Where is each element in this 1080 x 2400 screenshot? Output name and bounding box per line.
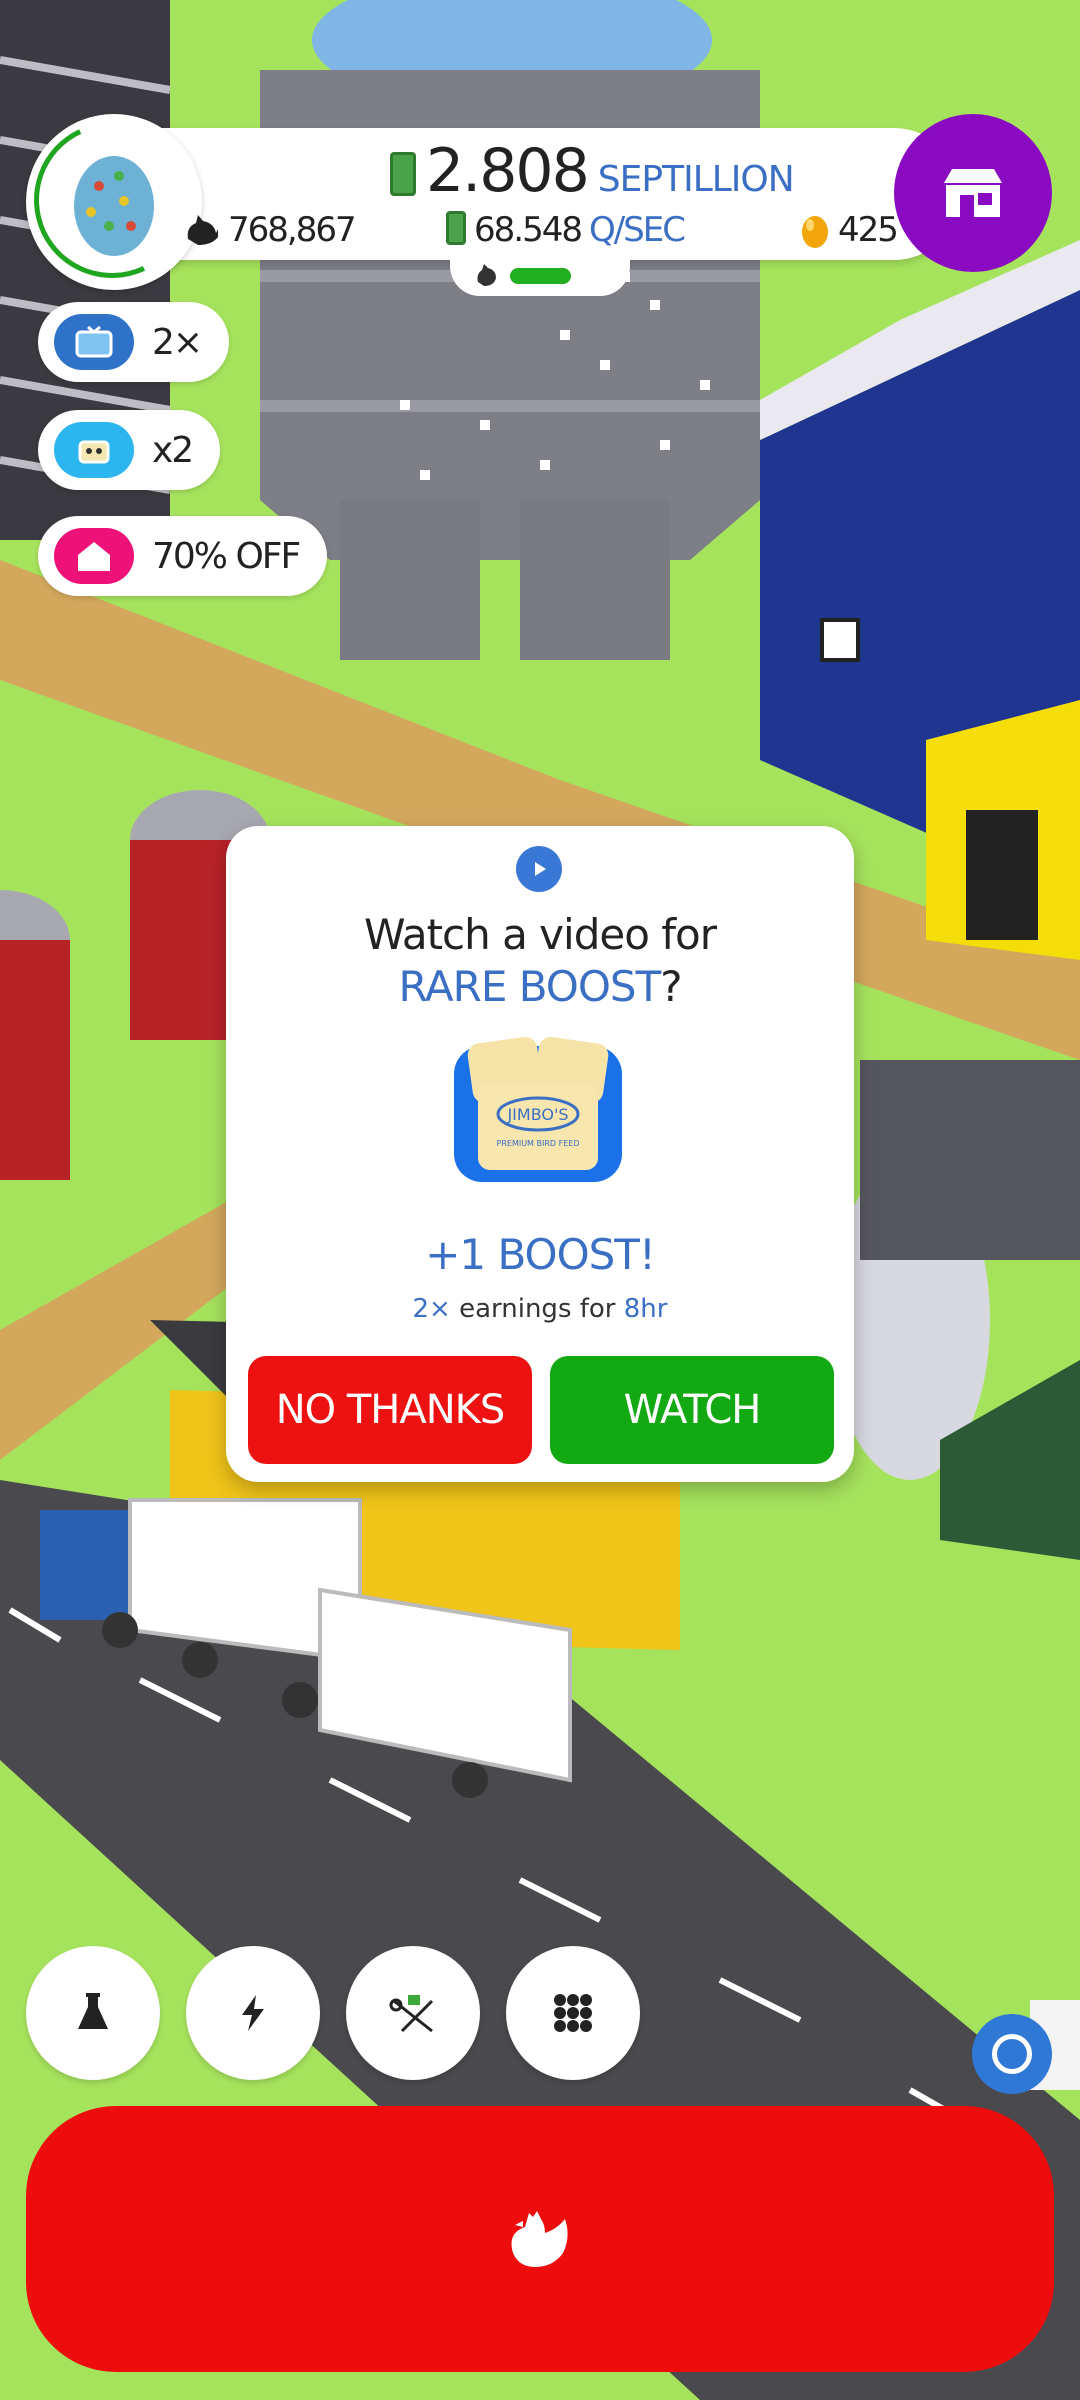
- research-button[interactable]: [26, 1946, 160, 2080]
- menu-button[interactable]: [506, 1946, 640, 2080]
- progress-bar-fill: [510, 268, 571, 284]
- cash-icon: [390, 152, 416, 196]
- circle-icon: [992, 2034, 1032, 2074]
- cat-boost-icon: [54, 422, 134, 478]
- chicken-count: 768,867: [184, 208, 357, 252]
- shop-button[interactable]: [894, 114, 1052, 272]
- rare-boost-dialog: Watch a video for RARE BOOST? JIMBO'S PR…: [226, 826, 854, 1482]
- feed-bag-icon: JIMBO'S PREMIUM BIRD FEED: [454, 1036, 622, 1182]
- chicken-small-icon: [477, 264, 496, 286]
- question-mark: ?: [660, 962, 682, 1011]
- drone-button[interactable]: [346, 1946, 480, 2080]
- booster-label: 70% OFF: [152, 535, 301, 577]
- golden-egg-count: 425: [800, 208, 899, 252]
- tv-icon: [54, 314, 134, 370]
- play-icon: [516, 846, 562, 892]
- money-unit: SEPTILLION: [597, 159, 795, 200]
- earn-multiplier: 2×: [412, 1294, 451, 1324]
- boost-button[interactable]: [186, 1946, 320, 2080]
- dialog-subtitle: RARE BOOST?: [226, 962, 854, 1011]
- house-icon: [54, 528, 134, 584]
- shop-icon: [944, 169, 1002, 217]
- flask-icon: [78, 1993, 108, 2029]
- watch-button[interactable]: WATCH: [550, 1356, 834, 1464]
- drone-icon: [389, 1995, 434, 2033]
- booster-tv-2x[interactable]: 2×: [38, 302, 230, 382]
- earn-mid: earnings for: [450, 1294, 624, 1324]
- golden-egg-value: 425: [838, 210, 899, 250]
- dialog-title: Watch a video for: [363, 910, 717, 959]
- money-display: 2.808 SEPTILLION: [390, 136, 795, 206]
- rare-boost-text: RARE BOOST: [398, 962, 661, 1011]
- cash-icon: [446, 211, 466, 245]
- booster-discount[interactable]: 70% OFF: [38, 516, 328, 596]
- hatch-progress: [450, 256, 630, 296]
- hatch-chicken-button[interactable]: [26, 2106, 1054, 2372]
- chicken-count-value: 768,867: [228, 210, 357, 250]
- no-thanks-button[interactable]: NO THANKS: [248, 1356, 532, 1464]
- rate-unit: Q/SEC: [588, 210, 686, 250]
- chicken-icon: [511, 2211, 568, 2267]
- booster-label: 2×: [152, 321, 203, 363]
- grid-menu-icon: [554, 1994, 592, 2032]
- booster-x2[interactable]: x2: [38, 410, 221, 490]
- earn-duration: 8hr: [623, 1294, 668, 1324]
- boost-description: 2× earnings for 8hr: [226, 1294, 854, 1324]
- chicken-icon: [187, 215, 218, 245]
- booster-label: x2: [152, 429, 194, 471]
- rate-value: 68.548: [474, 210, 583, 250]
- bag-brand: JIMBO'S: [506, 1105, 568, 1124]
- golden-egg-icon: [802, 216, 828, 248]
- money-value: 2.808: [426, 136, 590, 206]
- income-rate: 68.548 Q/SEC: [446, 208, 686, 252]
- boost-reward-title: +1 BOOST!: [425, 1230, 656, 1279]
- bag-subtitle: PREMIUM BIRD FEED: [497, 1139, 580, 1148]
- assistant-button[interactable]: [972, 2014, 1052, 2094]
- lightning-icon: [242, 1995, 264, 2031]
